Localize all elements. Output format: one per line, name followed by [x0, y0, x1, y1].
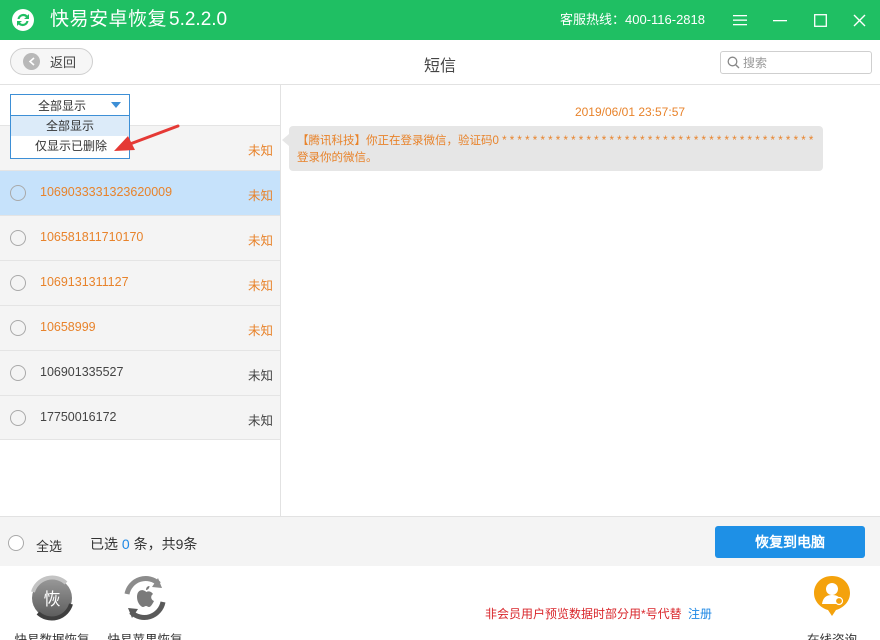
status-label: 未知	[247, 414, 273, 428]
member-notice: 非会员用户预览数据时部分用*号代替	[485, 607, 682, 621]
selected-number: 0	[121, 536, 130, 552]
close-icon	[853, 14, 865, 26]
customer-hotline: 客服热线：400-116-2818	[560, 12, 705, 27]
filter-dropdown[interactable]: 全部显示	[10, 94, 130, 116]
status-label: 未知	[247, 279, 273, 293]
tool1-badge: 恢	[44, 590, 61, 610]
list-item[interactable]: 10658999 未知	[0, 305, 280, 350]
search-icon	[727, 56, 740, 69]
data-recovery-tool[interactable]: 恢 快易数据恢复	[7, 574, 97, 640]
menu-icon	[733, 15, 747, 26]
app-logo-icon	[12, 9, 34, 31]
sender-number: 10690333313236200​09	[40, 185, 173, 199]
list-item[interactable]: 17750016172 未知	[0, 395, 280, 440]
apple-recovery-tool[interactable]: 快易苹果恢复	[100, 574, 190, 640]
restore-to-computer-button[interactable]: 恢复到电脑	[715, 526, 865, 558]
status-label: 未知	[247, 369, 273, 383]
sender-number: 10658999	[40, 320, 96, 334]
minimize-button[interactable]	[768, 8, 792, 32]
row-radio[interactable]	[10, 410, 26, 426]
sender-number: 1069131311127	[40, 275, 129, 289]
selection-bar: 全选 已选 0 条，共9条 恢复到电脑	[0, 516, 880, 566]
list-item[interactable]: 1069131311127 未知	[0, 260, 280, 305]
status-label: 未知	[247, 189, 273, 203]
status-label: 未知	[247, 234, 273, 248]
selection-suffix: 条，共9条	[133, 536, 198, 552]
message-timestamp: 2019/06/01 23:57:57	[574, 105, 686, 119]
list-item[interactable]: 10690333313236200​09 未知	[0, 170, 280, 215]
sender-number: 17750016172	[40, 410, 117, 424]
row-radio[interactable]	[10, 185, 26, 201]
title-bar: 快易安卓恢复 5.2.2.0 客服热线：400-116-2818	[0, 0, 880, 40]
list-item[interactable]: 106901335527 未知	[0, 350, 280, 395]
tool2-label: 快易苹果恢复	[107, 633, 183, 640]
online-consult-tool[interactable]: 在线咨询	[787, 574, 877, 640]
annotation-arrow-icon	[114, 124, 180, 151]
select-all-radio[interactable]	[8, 535, 24, 551]
maximize-button[interactable]	[808, 8, 832, 32]
apple-recovery-icon	[124, 576, 166, 620]
select-all-label[interactable]: 全选	[36, 536, 62, 555]
filter-selected-label: 全部显示	[38, 98, 87, 113]
online-consult-icon	[814, 576, 850, 616]
register-link[interactable]: 注册	[688, 605, 712, 622]
row-radio[interactable]	[10, 275, 26, 291]
message-detail-panel: 2019/06/01 23:57:57 【腾讯科技】你正在登录微信，验证码0 *…	[281, 85, 880, 516]
status-label: 未知	[247, 144, 273, 158]
search-input[interactable]	[743, 55, 863, 70]
bottom-bar: 恢 快易数据恢复 快易苹果恢复 非会员用户预览数据时部分用*号代替 注册 在线咨…	[0, 566, 880, 640]
data-recovery-icon: 恢	[31, 575, 73, 621]
search-box[interactable]	[720, 51, 872, 74]
list-item[interactable]: 106581811710170 未知	[0, 215, 280, 260]
selection-count: 已选 0 条，共9条	[90, 534, 197, 554]
row-radio[interactable]	[10, 365, 26, 381]
app-title: 快易安卓恢复	[50, 9, 168, 30]
message-bubble: 【腾讯科技】你正在登录微信，验证码0 * * * * * * * * * * *…	[282, 126, 823, 171]
selection-prefix: 已选	[90, 536, 118, 552]
app-version: 5.2.2.0	[169, 9, 228, 30]
status-label: 未知	[247, 324, 273, 338]
sender-number: 106901335527	[40, 365, 124, 379]
row-radio[interactable]	[10, 320, 26, 336]
consult-label: 在线咨询	[806, 633, 857, 640]
close-button[interactable]	[847, 8, 871, 32]
menu-button[interactable]	[728, 8, 752, 32]
sender-list: 未知 10690333313236200​09 未知 1065818117101…	[0, 125, 280, 440]
chevron-down-icon	[111, 102, 121, 108]
tool1-label: 快易数据恢复	[14, 633, 90, 640]
minimize-icon	[773, 20, 787, 22]
sender-number: 106581811710170	[40, 230, 144, 244]
page-header: 返回 短信	[0, 40, 880, 85]
maximize-icon	[813, 13, 827, 27]
row-radio[interactable]	[10, 230, 26, 246]
